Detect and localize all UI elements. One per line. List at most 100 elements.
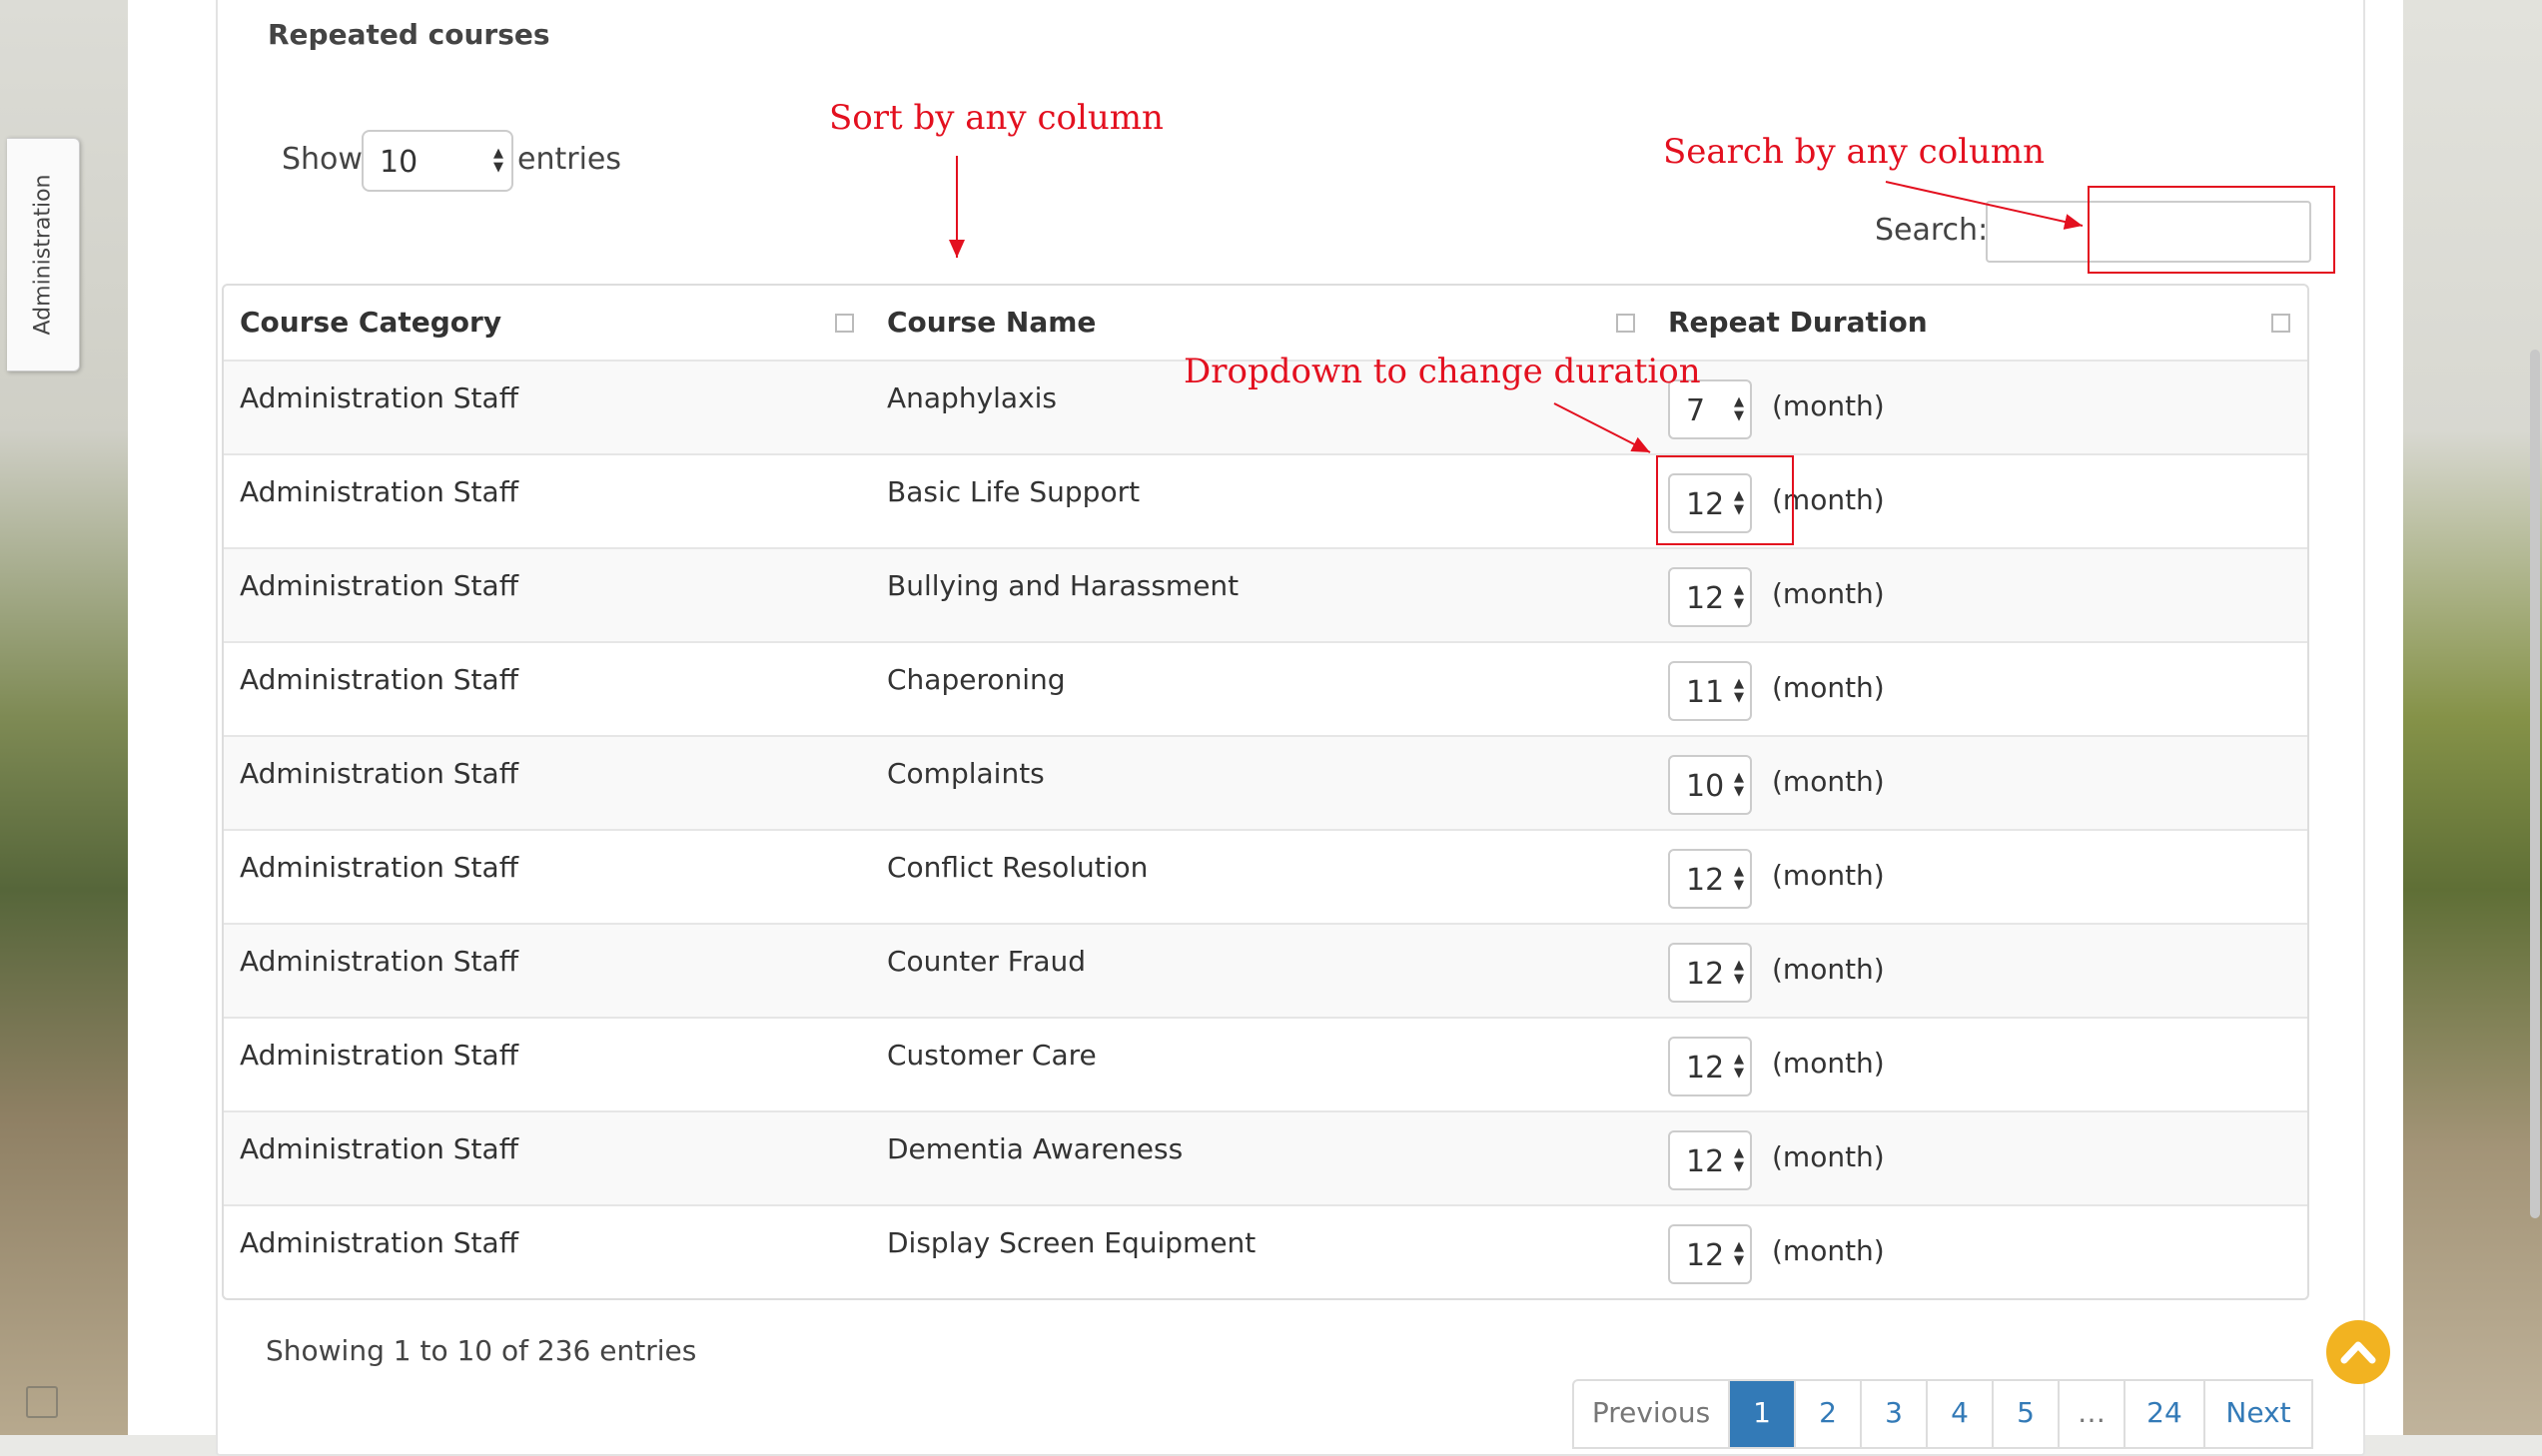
section-title: Repeated courses (268, 18, 550, 51)
expand-icon[interactable] (26, 1386, 58, 1418)
cell-course-name: Chaperoning (887, 663, 1066, 696)
cell-course-name: Complaints (887, 757, 1045, 790)
duration-unit: (month) (1772, 1234, 1885, 1267)
duration-value: 12 (1686, 581, 1725, 616)
table-row: Administration Staff Bullying and Harassm… (224, 547, 2307, 641)
table-row: Administration Staff Chaperoning 11 ▲ ▼ (mont… (224, 641, 2307, 735)
duration-value: 10 (1686, 769, 1725, 804)
sort-icon[interactable] (835, 314, 854, 333)
cell-course-name: Bullying and Harassment (887, 569, 1240, 602)
cell-course-name: Anaphylaxis (887, 381, 1058, 414)
cell-course-category: Administration Staff (240, 945, 518, 978)
pagination: Previous 1 2 3 4 5 … 24 Next (1572, 1379, 2313, 1449)
entries-length-value: 10 (380, 145, 419, 180)
select-arrows-icon: ▲ ▼ (1734, 394, 1744, 423)
duration-unit: (month) (1772, 953, 1885, 986)
cell-course-name: Basic Life Support (887, 475, 1141, 508)
sort-icon[interactable] (2271, 314, 2290, 333)
duration-unit: (month) (1772, 1140, 1885, 1173)
annotation-dropdown-text: Dropdown to change duration (1184, 352, 1701, 391)
page-1-button[interactable]: 1 (1730, 1381, 1796, 1447)
duration-select[interactable]: 12 ▲ ▼ (1668, 849, 1752, 909)
table-row: Administration Staff Counter Fraud 12 ▲ ▼ (mo… (224, 923, 2307, 1017)
cell-course-name: Conflict Resolution (887, 851, 1149, 884)
duration-select[interactable]: 11 ▲ ▼ (1668, 661, 1752, 721)
scroll-to-top-button[interactable] (2326, 1320, 2390, 1384)
duration-select[interactable]: 12 ▲ ▼ (1668, 567, 1752, 627)
duration-value: 12 (1686, 1238, 1725, 1273)
cell-course-category: Administration Staff (240, 1226, 518, 1259)
cell-course-name: Display Screen Equipment (887, 1226, 1257, 1259)
table-row: Administration Staff Basic Life Support 12… (224, 453, 2307, 547)
select-arrows-icon: ▲ ▼ (1734, 1052, 1744, 1081)
cell-course-category: Administration Staff (240, 663, 518, 696)
column-header-course-name[interactable]: Course Name (887, 306, 1096, 339)
previous-button[interactable]: Previous (1574, 1381, 1730, 1447)
page-3-button[interactable]: 3 (1862, 1381, 1928, 1447)
duration-unit: (month) (1772, 765, 1885, 798)
column-header-repeat-duration[interactable]: Repeat Duration (1668, 306, 1928, 339)
select-arrows-icon: ▲ ▼ (1734, 958, 1744, 987)
cell-course-category: Administration Staff (240, 569, 518, 602)
duration-select[interactable]: 12 ▲ ▼ (1668, 943, 1752, 1003)
select-arrows-icon: ▲ ▼ (1734, 582, 1744, 611)
duration-unit: (month) (1772, 671, 1885, 704)
chevron-up-icon (2340, 1341, 2376, 1364)
duration-value: 12 (1686, 1144, 1725, 1179)
duration-value: 11 (1686, 675, 1725, 710)
show-label: Show (282, 142, 363, 177)
page-5-button[interactable]: 5 (1994, 1381, 2060, 1447)
page-2-button[interactable]: 2 (1796, 1381, 1862, 1447)
cell-course-category: Administration Staff (240, 381, 518, 414)
cell-course-name: Counter Fraud (887, 945, 1087, 978)
administration-side-tab[interactable]: Administration (7, 138, 80, 371)
duration-select[interactable]: 12 ▲ ▼ (1668, 1037, 1752, 1096)
search-label: Search: (1875, 213, 1989, 248)
cell-course-category: Administration Staff (240, 1039, 518, 1072)
table-row: Administration Staff Dementia Awareness 12… (224, 1110, 2307, 1204)
duration-unit: (month) (1772, 389, 1885, 422)
cell-course-name: Customer Care (887, 1039, 1097, 1072)
pagination-ellipsis: … (2060, 1381, 2125, 1447)
duration-select[interactable]: 12 ▲ ▼ (1668, 1224, 1752, 1284)
cell-course-category: Administration Staff (240, 1132, 518, 1165)
entries-label: entries (517, 142, 621, 177)
entries-length-select[interactable]: 10 ▲ ▼ (362, 130, 513, 192)
cell-course-category: Administration Staff (240, 757, 518, 790)
table-row: Administration Staff Display Screen Equip… (224, 1204, 2307, 1298)
select-arrows-icon: ▲ ▼ (1734, 676, 1744, 705)
select-arrows-icon: ▲ ▼ (1734, 1145, 1744, 1174)
select-arrows-icon: ▲ ▼ (1734, 770, 1744, 799)
cell-course-category: Administration Staff (240, 475, 518, 508)
duration-select[interactable]: 10 ▲ ▼ (1668, 755, 1752, 815)
duration-value: 12 (1686, 957, 1725, 992)
courses-table: Course Category Course Name Repeat Durat… (222, 284, 2309, 1300)
table-row: Administration Staff Customer Care 12 ▲ ▼ (mo… (224, 1017, 2307, 1110)
side-tab-label: Administration (30, 174, 56, 336)
annotation-sort-text: Sort by any column (829, 98, 1164, 138)
column-header-course-category[interactable]: Course Category (240, 306, 501, 339)
duration-unit: (month) (1772, 1047, 1885, 1080)
sort-icon[interactable] (1616, 314, 1635, 333)
duration-value: 7 (1686, 393, 1706, 428)
background-right (2402, 0, 2542, 1435)
select-arrows-icon: ▲ ▼ (493, 146, 503, 175)
annotation-search-text: Search by any column (1663, 132, 2046, 172)
duration-unit: (month) (1772, 577, 1885, 610)
page-24-button[interactable]: 24 (2125, 1381, 2205, 1447)
duration-select[interactable]: 12 ▲ ▼ (1668, 1130, 1752, 1190)
next-button[interactable]: Next (2205, 1381, 2311, 1447)
table-header: Course Category Course Name Repeat Durat… (224, 286, 2307, 362)
page-4-button[interactable]: 4 (1928, 1381, 1994, 1447)
table-info: Showing 1 to 10 of 236 entries (266, 1334, 697, 1367)
page-scrollbar[interactable] (2530, 350, 2540, 1218)
annotation-search-box (2088, 186, 2335, 274)
select-arrows-icon: ▲ ▼ (1734, 1239, 1744, 1268)
duration-value: 12 (1686, 863, 1725, 898)
table-row: Administration Staff Conflict Resolution 1… (224, 829, 2307, 923)
annotation-dropdown-box (1656, 455, 1794, 545)
table-row: Administration Staff Complaints 10 ▲ ▼ (month… (224, 735, 2307, 829)
duration-value: 12 (1686, 1051, 1725, 1086)
cell-course-category: Administration Staff (240, 851, 518, 884)
cell-course-name: Dementia Awareness (887, 1132, 1184, 1165)
